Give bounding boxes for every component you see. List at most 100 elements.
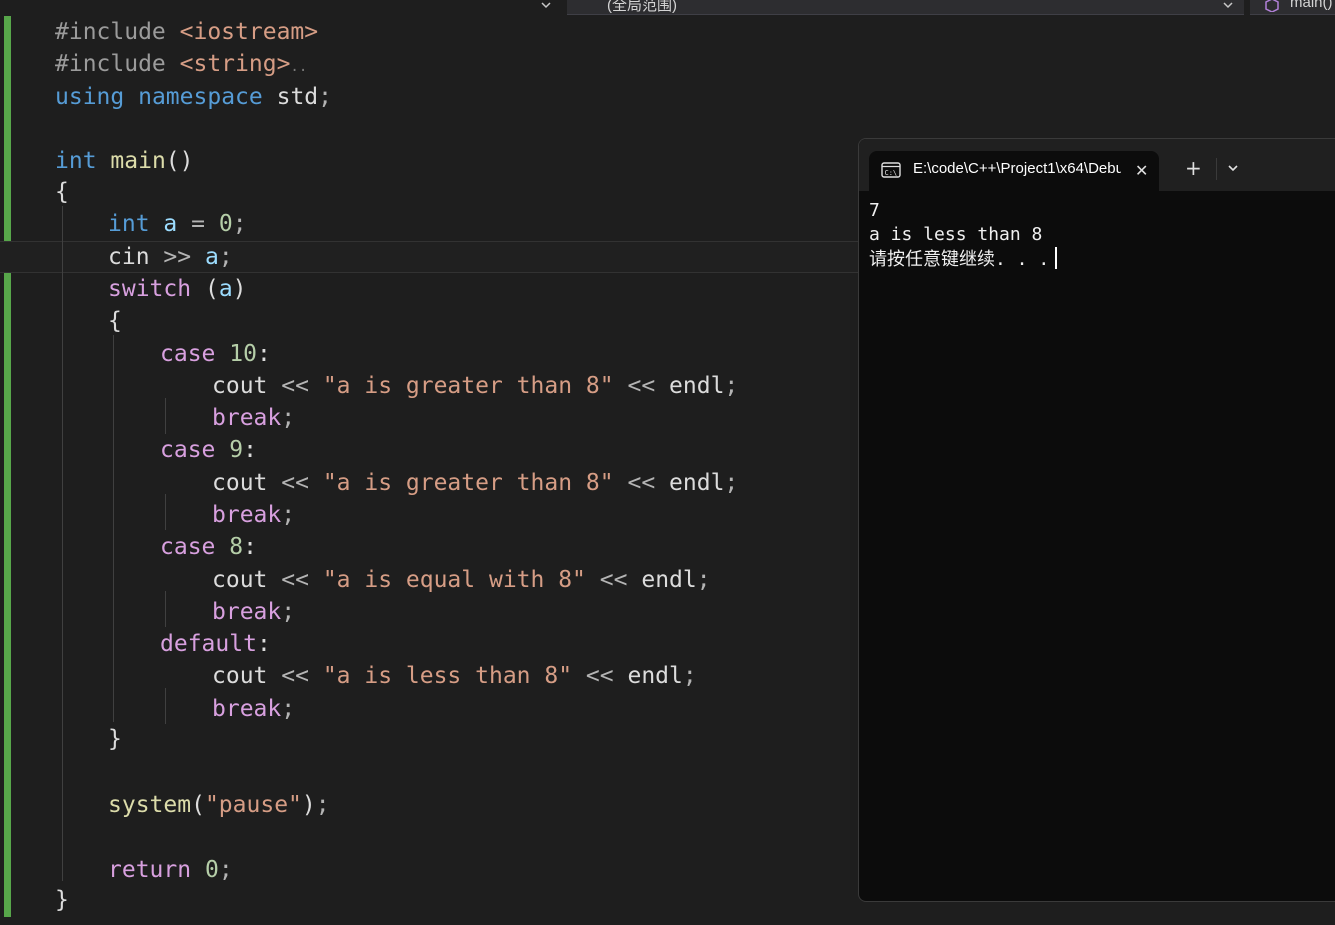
chevron-down-icon[interactable] [1227, 164, 1239, 174]
operator: << [627, 470, 656, 496]
close-icon[interactable]: ✕ [1135, 161, 1148, 180]
number-literal: 9 [229, 437, 244, 463]
variable: a [204, 244, 219, 270]
keyword: break [212, 405, 282, 431]
function-name: system [108, 792, 192, 818]
code-line: cout << "a is greater than 8" << endl; [212, 371, 738, 401]
change-tracking-bar [4, 16, 11, 917]
punctuation: () [165, 148, 194, 174]
punctuation: ; [724, 470, 739, 496]
cube-icon [1265, 0, 1279, 12]
code-line: switch (a) [108, 274, 247, 304]
punctuation: ; [315, 792, 330, 818]
output-line: 7 [869, 200, 880, 221]
operator: << [281, 663, 309, 689]
code-line: break; [212, 597, 295, 627]
identifier: endl [669, 470, 725, 496]
code-line: break; [212, 694, 295, 724]
output-line: a is less than 8 [869, 224, 1043, 245]
code-line: using namespace std; [55, 82, 332, 112]
terminal-tab[interactable]: C:\ E:\code\C++\Project1\x64\Debug\Proje… [869, 151, 1159, 191]
function-name: main [110, 148, 166, 174]
keyword: default [160, 631, 257, 657]
variable: a [218, 276, 233, 302]
code-line: break; [212, 403, 295, 433]
punctuation: ; [281, 696, 296, 722]
punctuation: { [55, 179, 69, 205]
punctuation: : [256, 341, 271, 367]
punctuation: ; [318, 84, 332, 110]
punctuation: ; [218, 244, 233, 270]
number-literal: 0 [218, 211, 233, 237]
punctuation: { [108, 308, 122, 334]
plus-icon[interactable]: + [1185, 156, 1202, 180]
operator: << [281, 567, 309, 593]
punctuation: ; [696, 567, 711, 593]
keyword: using [55, 84, 125, 110]
navigation-bar: (全局范围) main() [0, 0, 1335, 16]
operator: << [281, 470, 309, 496]
punctuation: ; [281, 599, 296, 625]
chevron-down-icon[interactable] [540, 0, 552, 12]
text-cursor [1055, 247, 1058, 269]
keyword: case [160, 437, 216, 463]
keyword: int [55, 148, 97, 174]
punctuation: } [55, 887, 69, 913]
preprocessor-directive: #include [55, 19, 166, 45]
terminal-titlebar: C:\ E:\code\C++\Project1\x64\Debug\Proje… [859, 139, 1335, 191]
string-literal: "pause" [204, 792, 302, 818]
terminal-output[interactable]: 7 a is less than 8 请按任意键继续. . . [869, 199, 1329, 272]
identifier: cout [212, 373, 268, 399]
keyword: return [108, 857, 192, 883]
punctuation: : [256, 631, 271, 657]
indent-guide [113, 335, 114, 722]
indent-guide [165, 591, 166, 627]
keyword: namespace [138, 84, 263, 110]
punctuation: ; [281, 405, 296, 431]
code-line: cin >> a; [108, 242, 233, 272]
scope-dropdown[interactable]: (全局范围) [567, 0, 1244, 15]
indent-guide [165, 398, 166, 434]
punctuation: ( [191, 792, 205, 818]
member-dropdown[interactable]: main() [1250, 0, 1335, 15]
punctuation: : [243, 437, 257, 463]
identifier: endl [641, 567, 697, 593]
scope-label: (全局范围) [607, 0, 677, 14]
console-icon: C:\ [881, 162, 901, 178]
code-line: default: [160, 629, 271, 659]
number-literal: 8 [229, 534, 244, 560]
indent-guide [165, 688, 166, 724]
code-line: { [55, 177, 69, 207]
divider [1216, 158, 1217, 180]
code-line: cout << "a is equal with 8" << endl; [212, 565, 711, 595]
code-line: int a = 0; [108, 209, 247, 239]
punctuation: : [243, 534, 257, 560]
preprocessor-directive: #include [55, 51, 166, 77]
code-line: int main() [55, 146, 194, 176]
punctuation: ( [204, 276, 219, 302]
indent-guide [165, 494, 166, 530]
output-line-text: 请按任意键继续. . . [869, 249, 1050, 270]
operator: = [191, 211, 205, 237]
code-line: case 10: [160, 339, 271, 369]
code-line: } [108, 724, 122, 754]
tab-title: E:\code\C++\Project1\x64\Debug\Project1.… [913, 160, 1121, 177]
terminal-window[interactable]: C:\ E:\code\C++\Project1\x64\Debug\Proje… [858, 138, 1335, 902]
operator: << [627, 373, 656, 399]
number-literal: 10 [229, 341, 257, 367]
include-file: <string> [179, 51, 291, 77]
punctuation: ) [301, 792, 316, 818]
string-literal: "a is less than 8" [322, 663, 573, 689]
keyword: break [212, 696, 282, 722]
punctuation: } [108, 726, 122, 752]
code-line: break; [212, 500, 295, 530]
member-label: main() [1290, 0, 1333, 11]
code-line: } [55, 885, 69, 915]
keyword: break [212, 502, 282, 528]
suggestion-hint: .. [290, 59, 308, 75]
punctuation: ; [724, 373, 739, 399]
chevron-down-icon [1223, 2, 1233, 9]
code-line: return 0; [108, 855, 233, 885]
operator: << [281, 373, 309, 399]
identifier: endl [669, 373, 725, 399]
